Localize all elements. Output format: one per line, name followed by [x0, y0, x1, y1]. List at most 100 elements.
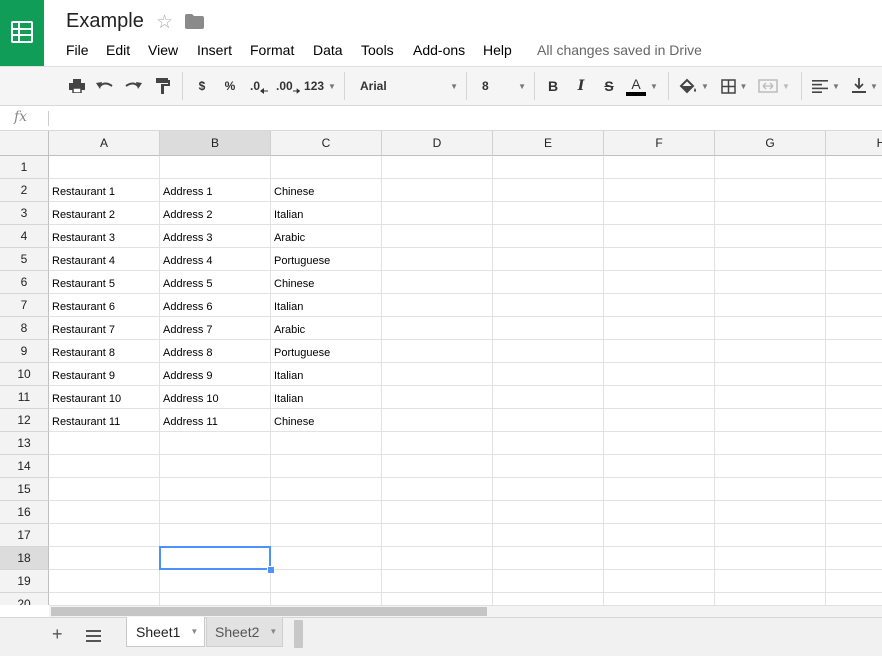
menu-format[interactable]: Format	[250, 42, 294, 58]
cell-f9[interactable]	[604, 340, 715, 363]
cell-a14[interactable]	[49, 455, 160, 478]
cell-g17[interactable]	[715, 524, 826, 547]
cell-a2[interactable]: Restaurant 1	[49, 179, 160, 202]
cell-h19[interactable]	[826, 570, 882, 593]
cell-c13[interactable]	[271, 432, 382, 455]
redo-icon[interactable]	[122, 67, 144, 105]
cell-c7[interactable]: Italian	[271, 294, 382, 317]
spreadsheet-grid[interactable]: A B C D E F G H 1 2 Restaurant 1 Address 1 Chinese 3 R…	[0, 131, 882, 605]
cell-f20[interactable]	[604, 593, 715, 605]
cell-d15[interactable]	[382, 478, 493, 501]
menu-file[interactable]: File	[66, 42, 89, 58]
row-header-14[interactable]: 14	[0, 455, 49, 478]
cell-d18[interactable]	[382, 547, 493, 570]
column-header-g[interactable]: G	[715, 131, 826, 156]
menu-tools[interactable]: Tools	[361, 42, 394, 58]
cell-e5[interactable]	[493, 248, 604, 271]
cell-e8[interactable]	[493, 317, 604, 340]
cell-b4[interactable]: Address 3	[160, 225, 271, 248]
row-header-16[interactable]: 16	[0, 501, 49, 524]
cell-h12[interactable]	[826, 409, 882, 432]
undo-icon[interactable]	[94, 67, 116, 105]
save-status[interactable]: All changes saved in Drive	[537, 42, 702, 58]
cell-e2[interactable]	[493, 179, 604, 202]
cell-e11[interactable]	[493, 386, 604, 409]
cell-h20[interactable]	[826, 593, 882, 605]
cell-c20[interactable]	[271, 593, 382, 605]
cell-e20[interactable]	[493, 593, 604, 605]
text-color-button[interactable]: A ▼	[624, 67, 660, 105]
cell-e4[interactable]	[493, 225, 604, 248]
cell-e7[interactable]	[493, 294, 604, 317]
row-header-18[interactable]: 18	[0, 547, 49, 570]
cell-f3[interactable]	[604, 202, 715, 225]
cell-b1[interactable]	[160, 156, 271, 179]
cell-b12[interactable]: Address 11	[160, 409, 271, 432]
cell-e3[interactable]	[493, 202, 604, 225]
cell-d2[interactable]	[382, 179, 493, 202]
cell-e16[interactable]	[493, 501, 604, 524]
cell-e18[interactable]	[493, 547, 604, 570]
cell-c2[interactable]: Chinese	[271, 179, 382, 202]
cell-g16[interactable]	[715, 501, 826, 524]
cell-c5[interactable]: Portuguese	[271, 248, 382, 271]
menu-add-ons[interactable]: Add-ons	[413, 42, 465, 58]
cell-c3[interactable]: Italian	[271, 202, 382, 225]
cell-f8[interactable]	[604, 317, 715, 340]
cell-h17[interactable]	[826, 524, 882, 547]
cell-b5[interactable]: Address 4	[160, 248, 271, 271]
cell-f12[interactable]	[604, 409, 715, 432]
cell-h8[interactable]	[826, 317, 882, 340]
row-header-9[interactable]: 9	[0, 340, 49, 363]
bold-button[interactable]: B	[543, 67, 563, 105]
cell-f10[interactable]	[604, 363, 715, 386]
cell-b10[interactable]: Address 9	[160, 363, 271, 386]
cell-f4[interactable]	[604, 225, 715, 248]
cell-g8[interactable]	[715, 317, 826, 340]
cell-h13[interactable]	[826, 432, 882, 455]
cell-e17[interactable]	[493, 524, 604, 547]
chevron-down-icon[interactable]: ▼	[269, 627, 277, 636]
row-header-20[interactable]: 20	[0, 593, 49, 605]
cell-b16[interactable]	[160, 501, 271, 524]
cell-h10[interactable]	[826, 363, 882, 386]
increase-decimals-button[interactable]: .00	[276, 67, 300, 105]
cell-g5[interactable]	[715, 248, 826, 271]
cell-h14[interactable]	[826, 455, 882, 478]
column-header-b[interactable]: B	[160, 131, 271, 156]
cell-f16[interactable]	[604, 501, 715, 524]
cell-a15[interactable]	[49, 478, 160, 501]
cell-g20[interactable]	[715, 593, 826, 605]
cell-h9[interactable]	[826, 340, 882, 363]
cell-b2[interactable]: Address 1	[160, 179, 271, 202]
row-header-2[interactable]: 2	[0, 179, 49, 202]
cell-a10[interactable]: Restaurant 9	[49, 363, 160, 386]
borders-button[interactable]: ▼	[716, 67, 752, 105]
cell-a3[interactable]: Restaurant 2	[49, 202, 160, 225]
cell-g6[interactable]	[715, 271, 826, 294]
row-header-5[interactable]: 5	[0, 248, 49, 271]
cell-b11[interactable]: Address 10	[160, 386, 271, 409]
cell-f17[interactable]	[604, 524, 715, 547]
cell-b17[interactable]	[160, 524, 271, 547]
cell-b20[interactable]	[160, 593, 271, 605]
cell-d9[interactable]	[382, 340, 493, 363]
cell-d7[interactable]	[382, 294, 493, 317]
folder-icon[interactable]	[185, 14, 204, 34]
cell-g3[interactable]	[715, 202, 826, 225]
cell-g10[interactable]	[715, 363, 826, 386]
cell-h11[interactable]	[826, 386, 882, 409]
cell-e10[interactable]	[493, 363, 604, 386]
cell-d16[interactable]	[382, 501, 493, 524]
cell-h1[interactable]	[826, 156, 882, 179]
cell-g7[interactable]	[715, 294, 826, 317]
cell-d14[interactable]	[382, 455, 493, 478]
cell-h2[interactable]	[826, 179, 882, 202]
print-icon[interactable]	[66, 67, 88, 105]
column-header-e[interactable]: E	[493, 131, 604, 156]
cell-d17[interactable]	[382, 524, 493, 547]
sheet-tab-sheet2[interactable]: Sheet2 ▼	[206, 617, 283, 647]
fill-handle[interactable]	[267, 566, 275, 574]
cell-f19[interactable]	[604, 570, 715, 593]
cell-d8[interactable]	[382, 317, 493, 340]
